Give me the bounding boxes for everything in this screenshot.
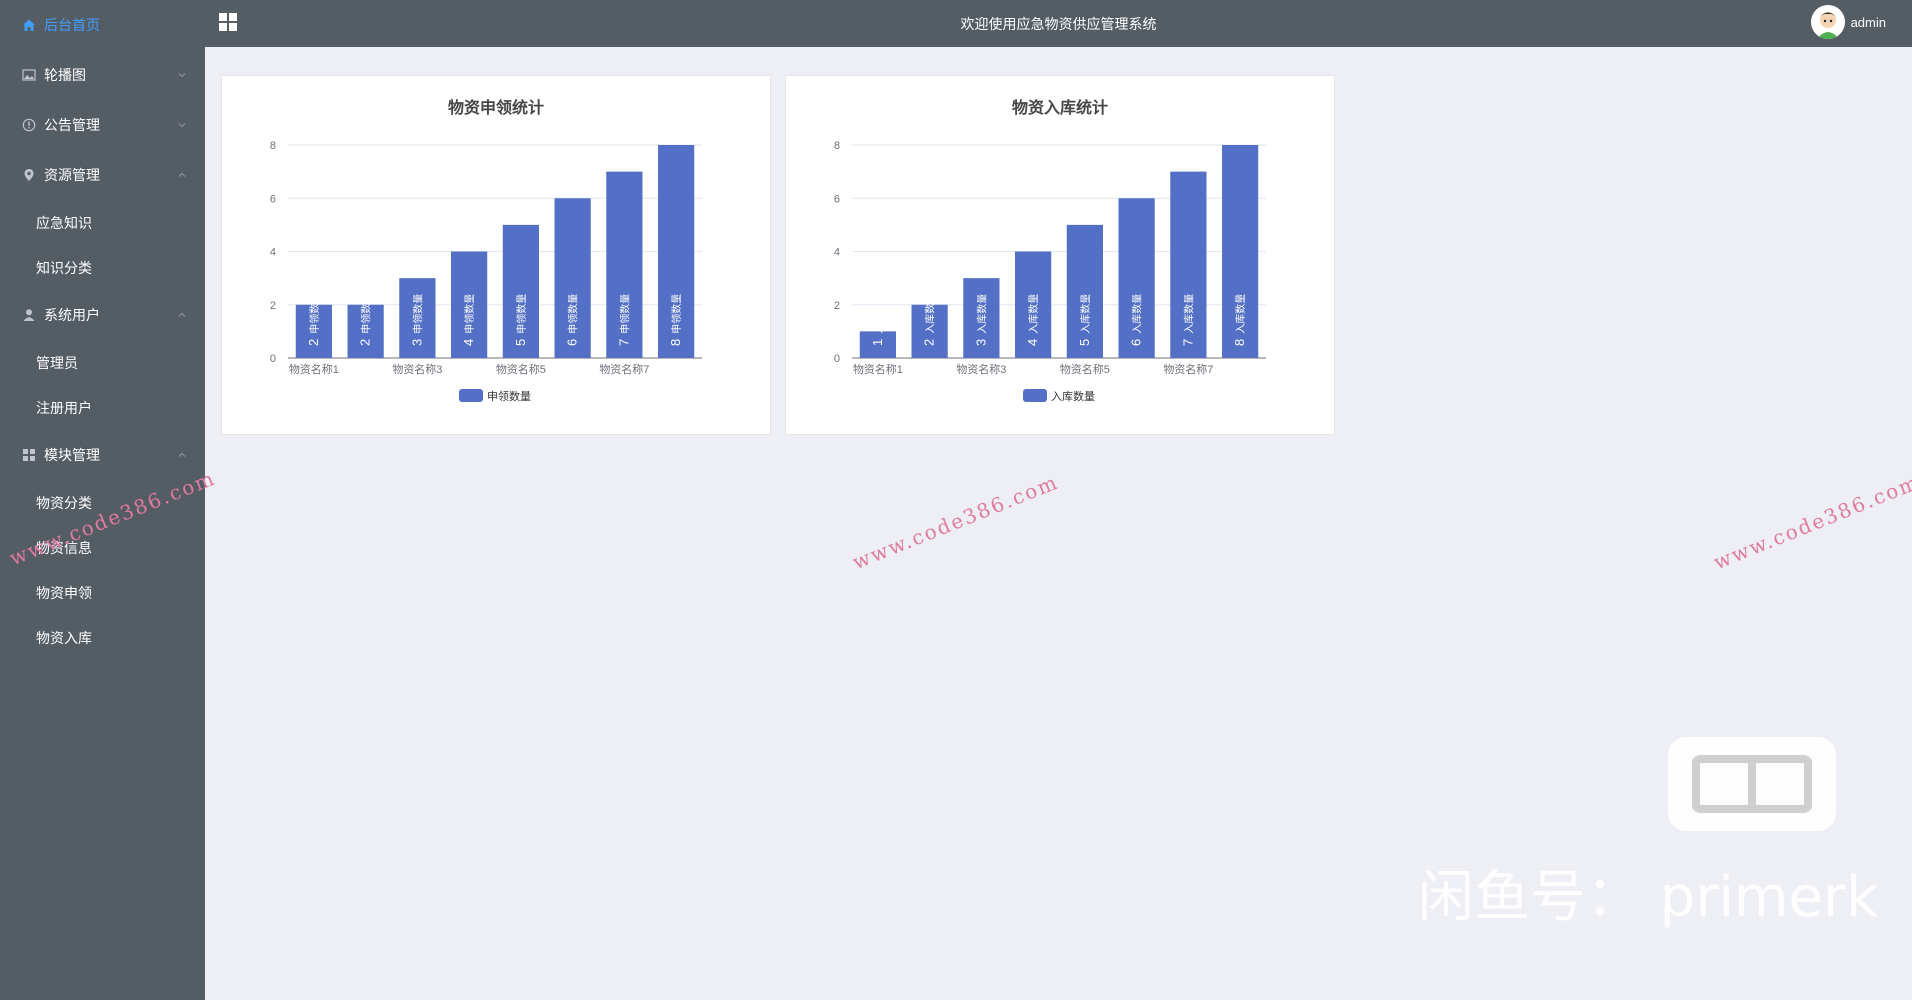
sidebar-item-label: 资源管理 <box>44 167 100 183</box>
x-tick-label: 物资名称7 <box>599 362 649 376</box>
top-header: 欢迎使用应急物资供应管理系统 admin <box>205 0 1912 47</box>
watermark-text: www.code386.com <box>1710 469 1912 575</box>
xianyu-logo-icon <box>1668 737 1836 831</box>
chevron-up-icon <box>177 310 187 320</box>
legend-label[interactable]: 申领数量 <box>487 390 531 403</box>
legend-swatch[interactable] <box>459 389 483 402</box>
chevron-down-icon <box>177 70 187 80</box>
image-icon <box>22 68 36 82</box>
chart-stock: 024681入库数量2入库数量3入库数量4入库数量5入库数量6入库数量7入库数量… <box>834 140 1266 403</box>
x-tick-label: 物资名称3 <box>956 362 1006 376</box>
chart-card-stock: 物资入库统计 0 2 4 6 8 1入库数量 2入库数量 3入库数量 4入库数量 5入库数量 6入库… <box>785 75 1335 435</box>
username: admin <box>1850 14 1886 30</box>
bar[interactable] <box>502 224 539 358</box>
chevron-up-icon <box>177 450 187 460</box>
header-title: 欢迎使用应急物资供应管理系统 <box>960 16 1157 32</box>
sidebar-subitem[interactable]: 物资入库 <box>0 615 205 660</box>
y-tick-label: 6 <box>834 193 840 205</box>
sidebar-item-label: 轮播图 <box>44 67 86 83</box>
y-tick-label: 4 <box>270 247 276 259</box>
sidebar-subitem[interactable]: 物资分类 <box>0 480 205 525</box>
y-tick-label: 2 <box>834 300 840 312</box>
sidebar-item-modules[interactable]: 模块管理 <box>0 430 205 480</box>
sidebar-item-users[interactable]: 系统用户 <box>0 290 205 340</box>
sidebar-item-label: 公告管理 <box>44 117 100 133</box>
sidebar-subitem[interactable]: 注册用户 <box>0 385 205 430</box>
y-tick-label: 8 <box>270 140 276 152</box>
legend-label[interactable]: 入库数量 <box>1051 390 1095 403</box>
location-icon <box>22 168 36 182</box>
x-tick-label: 物资名称7 <box>1163 362 1213 376</box>
y-tick-label: 8 <box>834 140 840 152</box>
chart-apply: 024682申领数量2申领数量3申领数量4申领数量5申领数量6申领数量7申领数量… <box>270 140 702 403</box>
x-tick-label: 物资名称5 <box>1060 362 1110 376</box>
chevron-up-icon <box>177 170 187 180</box>
grid-icon <box>22 448 36 462</box>
sidebar: 后台首页轮播图公告管理资源管理应急知识 知识分类系统用户管理员 注册用户模块管理物资… <box>0 0 205 1000</box>
y-tick-label: 0 <box>270 353 276 365</box>
x-tick-label: 物资名称1 <box>289 362 339 376</box>
home-icon <box>22 18 36 32</box>
avatar <box>1810 5 1845 39</box>
y-tick-label: 4 <box>834 247 840 259</box>
y-tick-label: 0 <box>834 353 840 365</box>
x-tick-label: 物资名称5 <box>496 362 546 376</box>
sidebar-item-label: 系统用户 <box>44 307 100 323</box>
y-tick-label: 6 <box>270 193 276 205</box>
sidebar-item-resource[interactable]: 资源管理 <box>0 150 205 200</box>
info-icon <box>22 118 36 132</box>
sidebar-item-home[interactable]: 后台首页 <box>0 0 205 50</box>
sidebar-subitem[interactable]: 管理员 <box>0 340 205 385</box>
sidebar-subitem[interactable]: 物资信息 <box>0 525 205 570</box>
chevron-down-icon <box>177 120 187 130</box>
watermark-text: www.code386.com <box>849 469 1062 575</box>
bar[interactable] <box>1066 224 1103 358</box>
watermark-xianyu: 闲鱼号： primerk <box>1418 865 1879 930</box>
x-tick-label: 物资名称1 <box>853 362 903 376</box>
sidebar-subitem[interactable]: 应急知识 <box>0 200 205 245</box>
sidebar-subitem[interactable]: 物资申领 <box>0 570 205 615</box>
sidebar-item-carousel[interactable]: 轮播图 <box>0 50 205 100</box>
user-menu[interactable]: admin <box>1810 5 1886 39</box>
user-icon <box>22 308 36 322</box>
sidebar-subitem[interactable]: 知识分类 <box>0 245 205 290</box>
sidebar-item-label: 模块管理 <box>44 447 100 463</box>
sidebar-item-label: 后台首页 <box>44 17 100 33</box>
sidebar-item-notice[interactable]: 公告管理 <box>0 100 205 150</box>
chart-card-apply: 物资申领统计 0 2 4 6 8 2申领数量 2申领数量 3申领数量 4申领数量 5申领数量 6申领… <box>221 75 771 435</box>
x-tick-label: 物资名称3 <box>392 362 442 376</box>
y-tick-label: 2 <box>270 300 276 312</box>
legend-swatch[interactable] <box>1023 389 1047 402</box>
grid-menu-icon[interactable] <box>218 12 238 32</box>
